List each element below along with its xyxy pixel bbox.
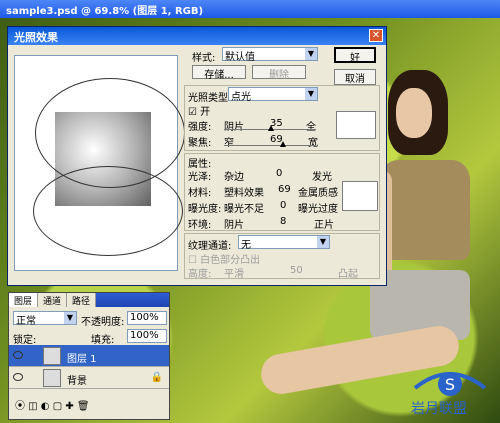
on-checkbox[interactable]: ☑ 开 [188, 103, 210, 118]
focus-slider[interactable] [224, 145, 316, 146]
height-right: 凸起 [338, 269, 358, 280]
fill-input[interactable]: 100% [127, 329, 167, 343]
focus-label: 聚焦: [188, 138, 212, 149]
layers-tabs: 图层 通道 路径 [9, 293, 169, 307]
opacity-label: 不透明度: [81, 317, 125, 328]
gloss-right: 发光 [312, 172, 332, 183]
blend-mode-select[interactable]: 正常 ▼ [13, 311, 77, 327]
opacity-input[interactable]: 100% [127, 311, 167, 325]
height-label: 高度: [188, 269, 212, 280]
material-label: 材料: [188, 188, 212, 199]
eye-icon[interactable] [13, 373, 23, 381]
close-icon[interactable]: ✕ [369, 29, 383, 42]
ok-button[interactable]: 好 [334, 47, 376, 64]
layer-name: 背景 [67, 376, 87, 387]
ambience-label: 环境: [188, 220, 212, 231]
ambience-color-swatch[interactable] [342, 181, 378, 211]
intensity-left: 阴片 [224, 122, 244, 133]
layer-name: 图层 1 [67, 354, 97, 365]
texture-select[interactable]: 无 ▼ [238, 235, 330, 251]
save-button[interactable]: 存储... [192, 65, 246, 81]
lighting-effects-dialog: 光照效果 ✕ ☑ 预览 样式: 默认值▼ 存储... 删除 好 取消 光照类型:… [7, 26, 387, 307]
window-title: sample3.psd @ 69.8% (图层 1, RGB) [0, 0, 500, 18]
intensity-thumb[interactable] [268, 125, 274, 131]
cancel-button[interactable]: 取消 [334, 69, 376, 85]
light-ellipse-bottom [33, 166, 183, 256]
tab-channels[interactable]: 通道 [38, 293, 68, 307]
intensity-label: 强度: [188, 122, 212, 133]
ambience-value: 8 [280, 216, 287, 227]
material-left: 塑料效果 [224, 188, 264, 199]
white-high-checkbox[interactable]: ☐ 白色部分凸出 [188, 251, 260, 266]
style-select[interactable]: 默认值 ▼ [222, 47, 318, 63]
exposure-value: 0 [280, 200, 287, 211]
gloss-value: 0 [276, 168, 283, 179]
layer-row[interactable]: 图层 1 [9, 345, 169, 367]
gloss-left: 杂边 [224, 172, 244, 183]
svg-text:S: S [445, 375, 455, 394]
exposure-label: 曝光度: [188, 204, 222, 215]
layer-thumbnail [43, 347, 61, 365]
light-type-label: 光照类型: [188, 93, 232, 104]
watermark: S 岩月联盟 [405, 350, 495, 420]
layers-panel: 图层 通道 路径 正常 ▼ 不透明度: 100% 锁定: 填充: 100% 图层 … [8, 292, 170, 420]
gloss-label: 光泽: [188, 172, 212, 183]
focus-thumb[interactable] [280, 141, 286, 147]
eye-icon[interactable] [13, 351, 23, 359]
light-type-select[interactable]: 点光 ▼ [228, 87, 318, 103]
fill-label: 填充: [91, 335, 115, 346]
height-value: 50 [290, 265, 303, 276]
dialog-title: 光照效果 ✕ [8, 27, 386, 45]
focus-right: 宽 [308, 138, 318, 149]
style-label: 样式: [192, 53, 216, 64]
lock-label: 锁定: [13, 335, 37, 346]
exposure-right: 曝光过度 [298, 204, 338, 215]
light-color-swatch[interactable] [336, 111, 376, 139]
layers-footer-icons: ⦿ ◫ ◐ ▢ ✚ 🗑 [15, 401, 90, 412]
canvas: sample3.psd @ 69.8% (图层 1, RGB) 光照效果 ✕ ☑… [0, 0, 500, 423]
layer-row[interactable]: 背景 🔒 [9, 367, 169, 389]
ambience-right: 正片 [314, 220, 334, 231]
delete-button[interactable]: 删除 [252, 65, 306, 81]
focus-left: 窄 [224, 138, 234, 149]
intensity-right: 全 [306, 122, 316, 133]
material-right: 金属质感 [298, 188, 338, 199]
tab-paths[interactable]: 路径 [67, 293, 97, 307]
preview-panel[interactable]: ☑ 预览 [14, 55, 185, 307]
lock-icon: 🔒 [150, 372, 163, 383]
height-left: 平滑 [224, 269, 244, 280]
material-value: 69 [278, 184, 291, 195]
tab-layers[interactable]: 图层 [9, 293, 39, 307]
texture-label: 纹理通道: [188, 241, 232, 252]
ambience-left: 阴片 [224, 220, 244, 231]
layer-thumbnail [43, 369, 61, 387]
exposure-left: 曝光不足 [224, 204, 264, 215]
